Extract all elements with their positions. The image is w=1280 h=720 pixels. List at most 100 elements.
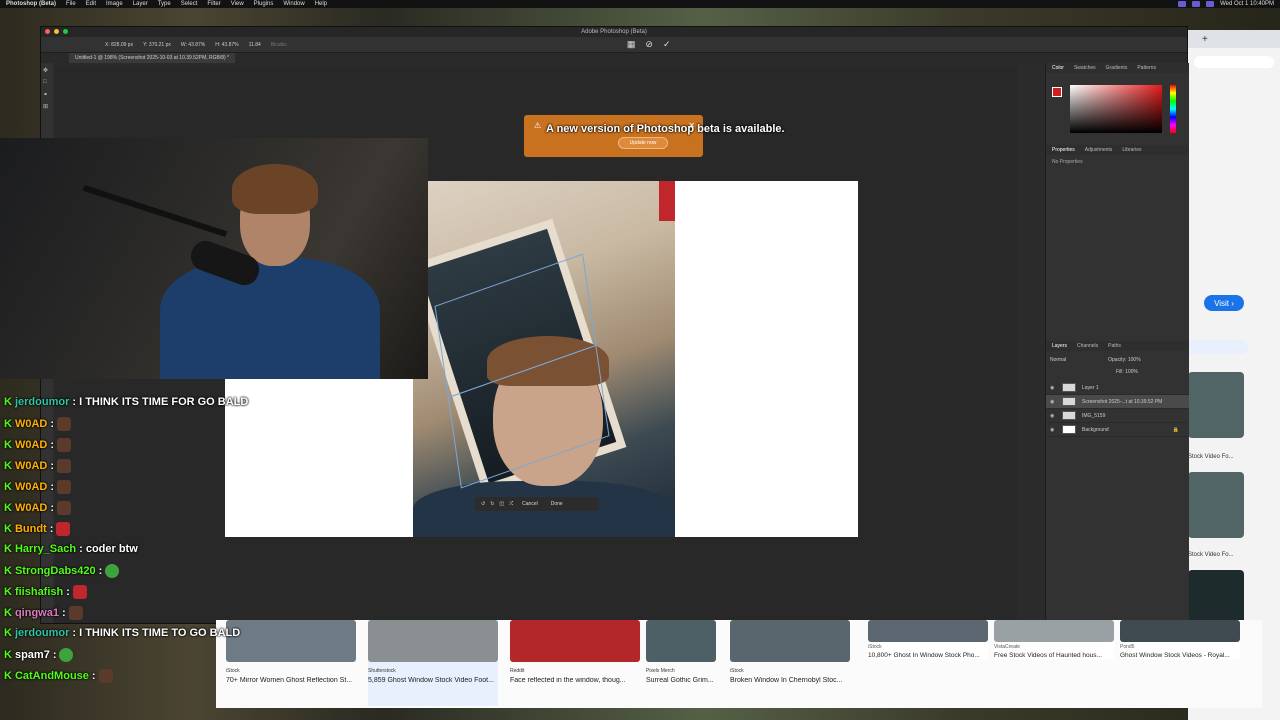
tab-gradients[interactable]: Gradients [1106,65,1128,71]
chat-username[interactable]: W0AD [15,418,47,430]
cancel-transform-icon[interactable]: ⊘ [645,39,653,50]
result-thumbnail[interactable] [368,620,498,662]
layer-row[interactable]: ◉ IMG_5159 [1046,409,1189,423]
menu-help[interactable]: Help [315,1,327,7]
eye-icon[interactable]: ◉ [1050,399,1056,405]
tab-adjustments[interactable]: Adjustments [1085,147,1113,153]
close-icon[interactable]: ✕ [688,121,695,130]
menu-plugins[interactable]: Plugins [254,1,274,7]
result-card[interactable]: Shutterstock 5,859 Ghost Window Stock Vi… [368,620,498,706]
result-thumbnail[interactable] [646,620,716,662]
warp-split-icon[interactable]: ⤮ [509,501,513,507]
visit-button[interactable]: Visit › [1204,295,1244,311]
layer-row[interactable]: ◉ Background 🔒 [1046,423,1189,437]
tab-channels[interactable]: Channels [1077,343,1098,349]
result-thumbnail[interactable] [510,620,640,662]
result-thumbnail[interactable] [994,620,1114,642]
menu-view[interactable]: View [231,1,244,7]
cancel-button[interactable]: Cancel [518,499,542,509]
menu-edit[interactable]: Edit [86,1,96,7]
chat-username[interactable]: W0AD [15,481,47,493]
height-field[interactable]: H: 43.87% [215,42,238,48]
document-tab[interactable]: Untitled-1 @ 198% (Screenshot 2025-10-03… [69,53,236,63]
result-title[interactable]: Face reflected in the window, thoug... [510,677,640,684]
result-card[interactable]: Pond5 Ghost Window Stock Videos - Royal.… [1120,620,1240,659]
chat-username[interactable]: StrongDabs420 [15,565,96,577]
close-window-icon[interactable] [45,29,50,34]
result-card[interactable]: iStock Broken Window In Chernobyl Stoc..… [730,620,850,706]
chat-username[interactable]: jerdoumor [15,396,69,408]
y-field[interactable]: Y: 370.21 px [143,42,171,48]
lasso-tool-icon[interactable]: ⚭ [43,91,51,99]
blend-mode-select[interactable]: Normal [1050,357,1066,363]
chat-username[interactable]: W0AD [15,460,47,472]
chat-username[interactable]: jerdoumor [15,627,69,639]
zoom-window-icon[interactable] [63,29,68,34]
opacity-field[interactable]: Opacity: 100% [1108,357,1141,363]
chat-username[interactable]: Bundt [15,523,47,535]
foreground-color-swatch[interactable] [1052,87,1062,97]
tab-patterns[interactable]: Patterns [1137,65,1156,71]
result-card[interactable]: VistaCreate Free Stock Videos of Haunted… [994,620,1114,659]
layer-row[interactable]: ◉ Layer 1 [1046,381,1189,395]
tab-color[interactable]: Color [1052,65,1064,71]
menu-type[interactable]: Type [158,1,171,7]
angle-field[interactable]: 11.84 [249,42,261,48]
tab-layers[interactable]: Layers [1052,343,1067,349]
menu-filter[interactable]: Filter [207,1,220,7]
eye-icon[interactable]: ◉ [1050,385,1056,391]
tab-paths[interactable]: Paths [1108,343,1121,349]
undo-icon[interactable]: ↺ [481,501,485,507]
done-button[interactable]: Done [547,499,567,509]
address-bar[interactable] [1194,56,1274,68]
update-now-button[interactable]: Update now [618,137,668,149]
menu-file[interactable]: File [66,1,76,7]
result-thumbnail[interactable] [730,620,850,662]
eye-icon[interactable]: ◉ [1050,413,1056,419]
result-caption[interactable]: Stock Video Fo... [1188,552,1248,558]
result-title[interactable]: 5,859 Ghost Window Stock Video Foot... [368,677,498,684]
chat-username[interactable]: W0AD [15,502,47,514]
eye-icon[interactable]: ◉ [1050,427,1056,433]
result-card[interactable]: Pixels Merch Surreal Gothic Grim... [646,620,716,706]
fill-field[interactable]: Fill: 100% [1046,369,1189,381]
layer-row[interactable]: ◉ Screenshot 2025-...t at 10.39.52 PM [1046,395,1189,409]
new-tab-icon[interactable]: + [1202,34,1208,45]
status-icon[interactable] [1178,1,1187,7]
result-title[interactable]: Broken Window In Chernobyl Stoc... [730,677,850,684]
status-icon[interactable] [1192,1,1201,7]
interpolation-select[interactable]: Bicubic [271,42,287,48]
result-image[interactable] [1188,372,1244,438]
menu-window[interactable]: Window [283,1,304,7]
result-card[interactable]: iStock 10,800+ Ghost In Window Stock Pho… [868,620,988,659]
redo-icon[interactable]: ↻ [490,501,494,507]
result-title[interactable]: 10,800+ Ghost In Window Stock Pho... [868,652,988,659]
marquee-tool-icon[interactable]: □ [43,79,51,87]
minimize-window-icon[interactable] [54,29,59,34]
result-title[interactable]: Free Stock Videos of Haunted hous... [994,652,1114,659]
menu-image[interactable]: Image [106,1,123,7]
result-card[interactable]: Reddit Face reflected in the window, tho… [510,620,640,706]
hue-slider[interactable] [1170,85,1176,133]
status-icon[interactable] [1206,1,1215,7]
move-tool-icon[interactable]: ✥ [43,67,51,75]
result-caption[interactable]: Stock Video Fo... [1188,454,1248,460]
menu-layer[interactable]: Layer [133,1,148,7]
chat-username[interactable]: qingwa1 [15,607,59,619]
x-field[interactable]: X: 828.09 px [105,42,133,48]
tab-libraries[interactable]: Libraries [1122,147,1141,153]
color-field[interactable] [1070,85,1162,133]
chat-username[interactable]: fiishafish [15,586,63,598]
clock[interactable]: Wed Oct 1 10:40PM [1220,1,1274,7]
chat-username[interactable]: W0AD [15,439,47,451]
chat-username[interactable]: Harry_Sach [15,543,76,555]
result-image[interactable] [1188,472,1244,538]
menu-app[interactable]: Photoshop (Beta) [6,1,56,7]
chat-username[interactable]: spam7 [15,649,50,661]
crop-tool-icon[interactable]: ⊞ [43,103,51,111]
commit-transform-icon[interactable]: ✓ [663,39,671,50]
result-thumbnail[interactable] [1120,620,1240,642]
result-title[interactable]: Ghost Window Stock Videos - Royal... [1120,652,1240,659]
tab-swatches[interactable]: Swatches [1074,65,1096,71]
flip-icon[interactable]: ◫ [499,501,504,507]
